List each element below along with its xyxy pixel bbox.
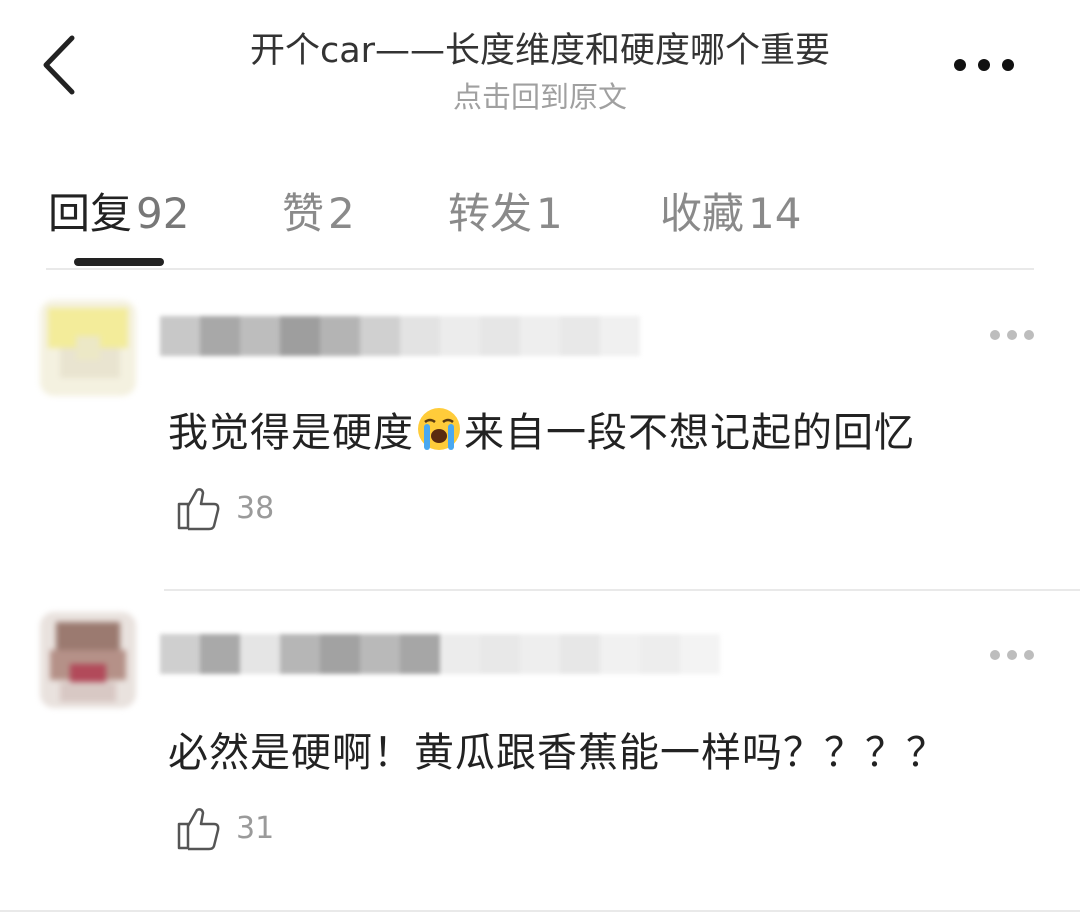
comment-item: 必然是硬啊！黄瓜跟香蕉能一样吗？？？？ 31 <box>0 590 1080 916</box>
more-options-icon[interactable] <box>988 328 1036 342</box>
tab-favorites[interactable]: 收藏14 <box>660 180 801 241</box>
comment-text-part: 我觉得是硬度 <box>168 410 414 456</box>
tab-replies[interactable]: 回复92 <box>48 180 189 241</box>
tab-bar: 回复92 赞2 转发1 收藏14 <box>0 160 1080 270</box>
like-button[interactable]: 38 <box>176 484 274 532</box>
username-redacted <box>160 316 640 356</box>
tab-count: 1 <box>536 189 563 238</box>
tab-reposts[interactable]: 转发1 <box>448 180 563 241</box>
back-to-original-link[interactable]: 点击回到原文 <box>0 74 1080 116</box>
top-bar: 开个car——长度维度和硬度哪个重要 点击回到原文 <box>0 0 1080 130</box>
comment-item: 我觉得是硬度 来自一段不想记起的回忆 38 <box>0 270 1080 590</box>
tab-likes[interactable]: 赞2 <box>282 180 355 241</box>
tab-count: 2 <box>328 189 355 238</box>
more-options-icon[interactable] <box>988 648 1036 662</box>
tab-label: 赞 <box>282 189 325 238</box>
like-count: 31 <box>236 810 275 846</box>
username-redacted <box>160 634 720 674</box>
comment-text: 我觉得是硬度 来自一段不想记起的回忆 <box>168 400 915 458</box>
comment-text-part: 来自一段不想记起的回忆 <box>464 410 915 456</box>
tab-count: 14 <box>748 189 802 238</box>
tab-label: 收藏 <box>660 189 745 238</box>
tab-label: 回复 <box>48 189 133 238</box>
thumbs-up-icon <box>177 488 220 531</box>
avatar[interactable] <box>40 300 136 396</box>
like-count: 38 <box>236 490 275 526</box>
avatar[interactable] <box>40 612 136 708</box>
tab-label: 转发 <box>448 189 533 238</box>
comment-text: 必然是硬啊！黄瓜跟香蕉能一样吗？？？？ <box>168 730 947 776</box>
loudly-crying-face-emoji <box>418 408 460 450</box>
like-button[interactable]: 31 <box>176 804 274 852</box>
thumbs-up-icon <box>177 808 220 851</box>
tab-count: 92 <box>136 189 190 238</box>
page-title: 开个car——长度维度和硬度哪个重要 <box>249 31 831 71</box>
more-horizontal-icon[interactable] <box>948 50 1020 80</box>
active-tab-indicator <box>74 258 164 266</box>
bottom-divider <box>0 910 1080 912</box>
